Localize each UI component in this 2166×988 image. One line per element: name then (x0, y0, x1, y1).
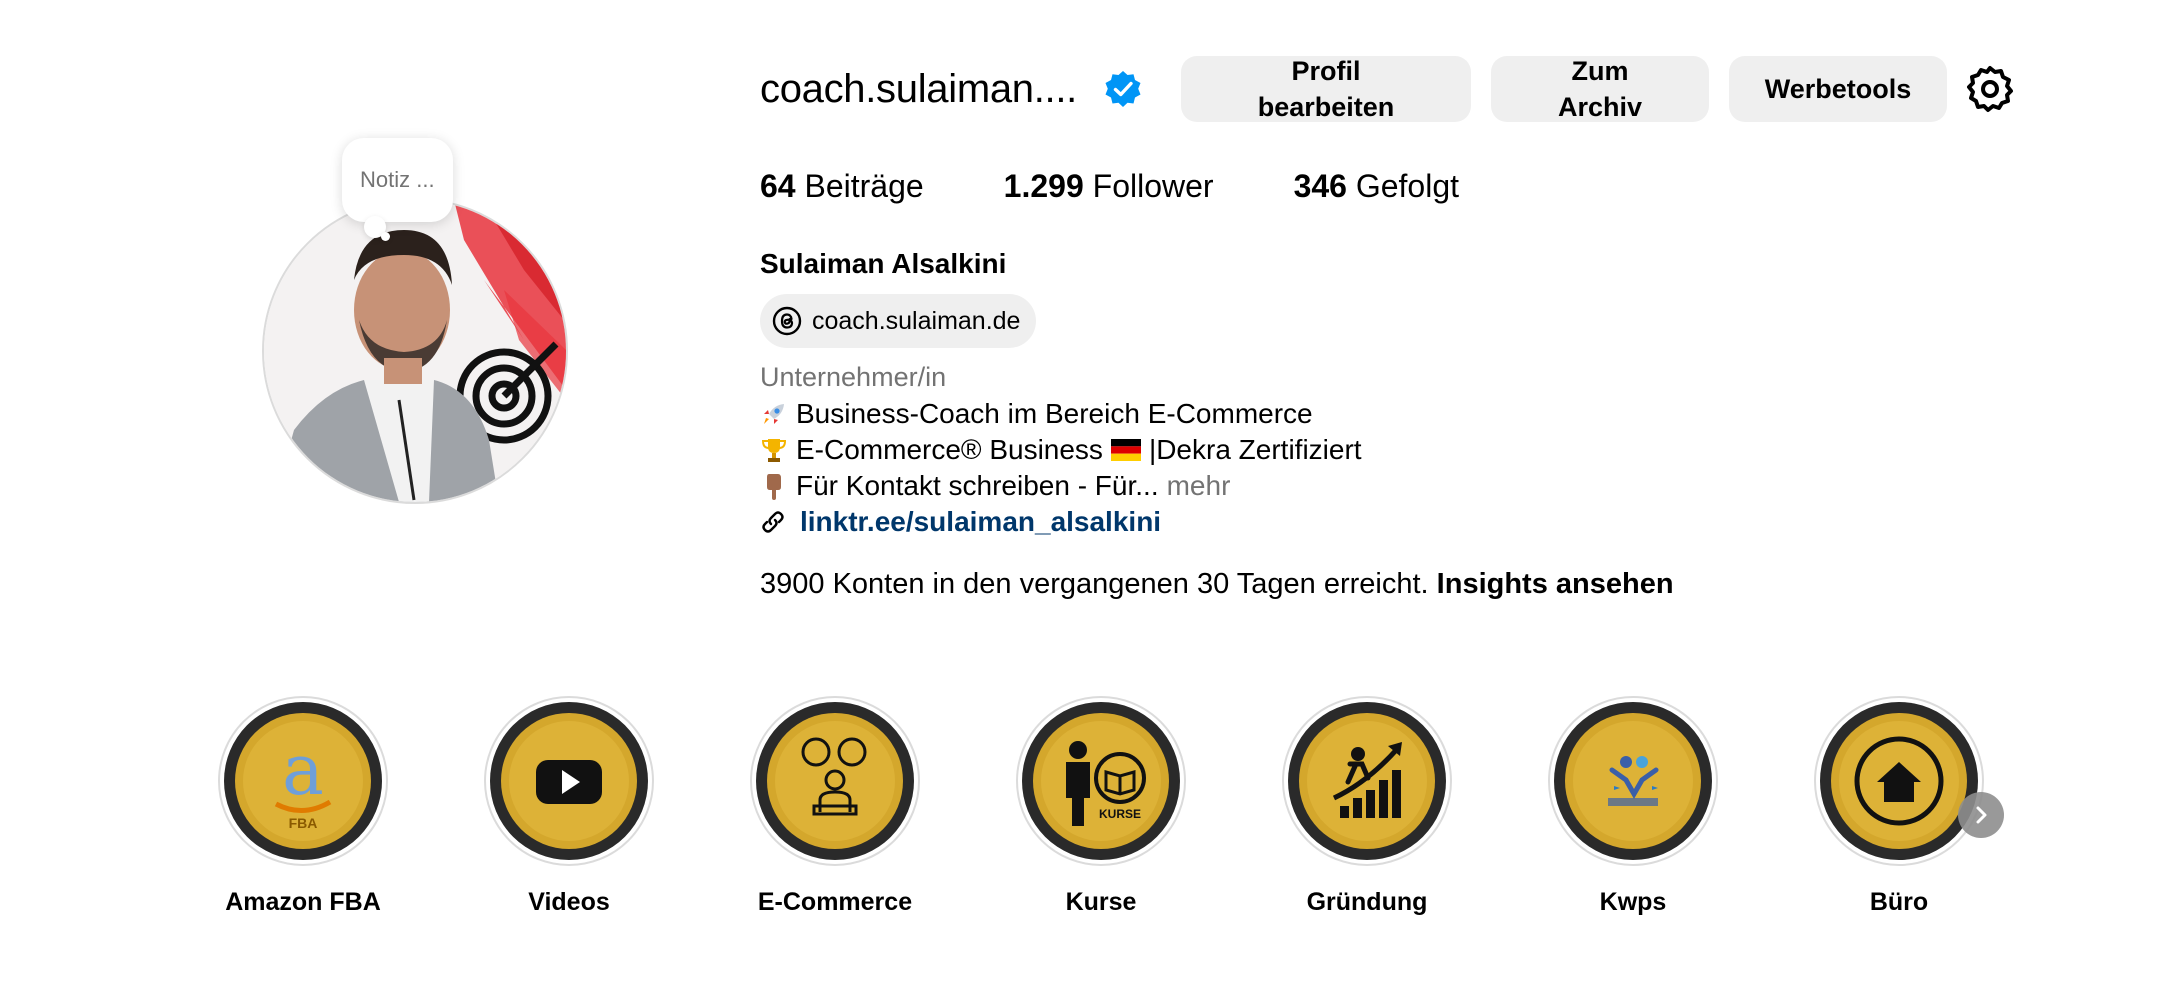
bio-line-3-text: Für Kontakt schreiben - Für... (796, 470, 1159, 501)
highlight-kwps[interactable]: Kwps (1523, 696, 1743, 917)
archive-label-2: Archiv (1557, 92, 1642, 122)
highlight-cover: a FBA (218, 696, 388, 866)
bio-line-1-text: Business-Coach im Bereich E-Commerce (796, 398, 1313, 429)
stat-following-label: Gefolgt (1355, 168, 1460, 204)
threads-badge[interactable]: coach.sulaiman.de (760, 294, 1037, 348)
profile-stats: 64 Beiträge 1.299 Follower 346 Gefolgt (760, 168, 1539, 205)
stat-following-count: 346 (1293, 168, 1347, 204)
verified-badge-icon (1105, 71, 1141, 107)
insights-summary: 3900 Konten in den vergangenen 30 Tagen … (760, 568, 1674, 601)
chevron-right-icon (1976, 806, 1987, 824)
avatar-photo (264, 200, 566, 502)
highlights-next-button[interactable] (1958, 792, 2004, 838)
highlight-cover: KURSE (1016, 696, 1186, 866)
ad-tools-label: Werbetools (1764, 73, 1912, 104)
stat-posts-count: 64 (760, 168, 796, 204)
threads-handle: coach.sulaiman.de (812, 306, 1021, 335)
edit-profile-label-1: Profil (1291, 55, 1361, 86)
stat-followers[interactable]: 1.299 Follower (1004, 168, 1214, 205)
highlight-label: Kurse (1065, 888, 1137, 916)
highlight-videos[interactable]: Videos (459, 696, 679, 917)
highlight-ecommerce[interactable]: E-Commerce (725, 696, 945, 917)
german-flag-icon (1110, 439, 1141, 461)
external-link-text: linktr.ee/sulaiman_alsalkini (800, 506, 1162, 537)
highlight-cover (750, 696, 920, 866)
svg-text:a: a (282, 729, 324, 811)
profile-avatar[interactable] (262, 198, 568, 504)
profile-category: Unternehmer/in (760, 362, 947, 392)
external-link[interactable]: linktr.ee/sulaiman_alsalkini (760, 506, 1161, 538)
avatar[interactable] (262, 198, 568, 504)
archive-button[interactable]: Zum Archiv (1490, 55, 1709, 122)
stat-followers-count: 1.299 (1003, 168, 1084, 204)
trophy-emoji-icon (761, 439, 787, 462)
edit-profile-label-2: bearbeiten (1257, 92, 1395, 122)
insights-link[interactable]: Insights ansehen (1437, 568, 1674, 600)
rocket-emoji-icon (764, 404, 784, 424)
highlight-label: Büro (1869, 888, 1929, 916)
full-name: Sulaiman Alsalkini (760, 248, 1007, 279)
bio-line-2: E-Commerce® Business |Dekra Zertifiziert (760, 434, 1362, 466)
bio-line-3: Für Kontakt schreiben - Für... mehr (760, 470, 1230, 502)
highlight-cover (1548, 696, 1718, 866)
kurse-book-icon: KURSE (1022, 702, 1180, 860)
highlight-label: Gründung (1306, 888, 1428, 916)
amazon-fba-icon: a FBA (224, 702, 382, 860)
username: coach.sulaiman.... (760, 66, 1077, 111)
bio-line-2-text-b: |Dekra Zertifiziert (1148, 434, 1362, 465)
profile-header: coach.sulaiman.... Profil bearbeiten Zum A… (760, 56, 2015, 122)
stat-followers-label: Follower (1092, 168, 1214, 204)
settings-gear-icon[interactable] (1965, 64, 2015, 114)
bio-more-link[interactable]: mehr (1167, 470, 1231, 502)
highlight-kurse[interactable]: KURSE Kurse (991, 696, 1211, 917)
highlight-cover (1282, 696, 1452, 866)
archive-label-1: Zum (1571, 55, 1629, 86)
highlight-amazon-fba[interactable]: a FBA Amazon FBA (193, 696, 413, 917)
stat-following[interactable]: 346 Gefolgt (1294, 168, 1459, 205)
growth-chart-icon (1288, 702, 1446, 860)
ecommerce-person-icon (756, 702, 914, 860)
kwps-logo-icon (1554, 702, 1712, 860)
home-icon (1820, 702, 1978, 860)
stat-posts[interactable]: 64 Beiträge (760, 168, 924, 205)
note-bubble[interactable]: Notiz ... (342, 138, 453, 222)
youtube-play-icon (490, 702, 648, 860)
svg-text:FBA: FBA (289, 815, 318, 831)
note-bubble-tail-small (381, 232, 390, 241)
bio-line-1: Business-Coach im Bereich E-Commerce (760, 398, 1313, 430)
pointing-down-emoji-icon (767, 474, 781, 500)
highlight-gruendung[interactable]: Gründung (1257, 696, 1477, 917)
note-placeholder: Notiz ... (360, 167, 435, 192)
stat-posts-label: Beiträge (804, 168, 924, 204)
link-icon (762, 511, 784, 533)
highlight-label: Kwps (1599, 888, 1667, 916)
highlight-cover (484, 696, 654, 866)
svg-text:KURSE: KURSE (1099, 807, 1141, 821)
highlight-label: E-Commerce (757, 888, 913, 916)
insights-text: 3900 Konten in den vergangenen 30 Tagen … (760, 568, 1429, 600)
ad-tools-button[interactable]: Werbetools (1728, 56, 1947, 122)
edit-profile-button[interactable]: Profil bearbeiten (1180, 55, 1471, 122)
highlight-cover (1814, 696, 1984, 866)
highlight-label: Videos (528, 888, 610, 916)
threads-icon (772, 306, 802, 336)
highlight-label: Amazon FBA (225, 888, 381, 916)
bio-line-2-text-a: E-Commerce® Business (796, 434, 1103, 465)
